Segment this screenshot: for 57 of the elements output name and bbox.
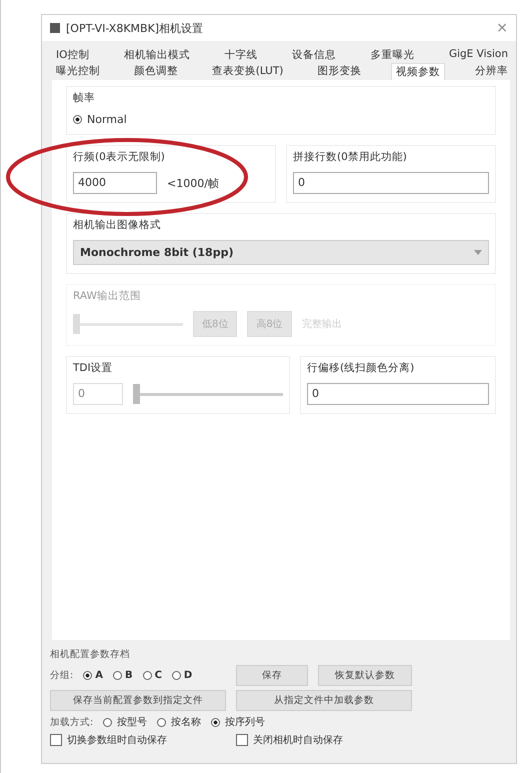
tab[interactable]: 设备信息 bbox=[288, 47, 340, 63]
radio-icon[interactable] bbox=[83, 671, 92, 680]
field-label: 加载方式: bbox=[50, 716, 94, 728]
close-button[interactable]: × bbox=[496, 20, 508, 36]
group-label: 行频(0表示无限制) bbox=[73, 150, 166, 164]
group-label: TDI设置 bbox=[73, 361, 114, 375]
radio-icon[interactable] bbox=[172, 671, 181, 680]
input-field[interactable]: 0 bbox=[73, 383, 123, 405]
slider-thumb[interactable] bbox=[133, 384, 140, 404]
tab[interactable]: 分辨率 bbox=[471, 63, 512, 80]
radio-option[interactable]: 按型号 bbox=[103, 715, 148, 729]
radio-option[interactable]: B bbox=[112, 670, 133, 681]
tab[interactable]: 图形变换 bbox=[313, 63, 366, 80]
restore-button[interactable]: 恢复默认参数 bbox=[318, 665, 412, 686]
checkbox-option[interactable]: 关闭相机时自动保存 bbox=[236, 733, 412, 747]
radio-icon[interactable] bbox=[112, 671, 122, 680]
chevron-icon bbox=[474, 250, 482, 255]
radio-icon[interactable] bbox=[142, 671, 152, 680]
checkbox[interactable] bbox=[236, 734, 248, 746]
radio-option[interactable]: 按名称 bbox=[157, 715, 202, 729]
tab[interactable]: 十字线 bbox=[220, 47, 262, 63]
input-field[interactable]: 4000 bbox=[73, 172, 157, 194]
group-label: 行偏移(线扫颜色分离) bbox=[307, 361, 416, 375]
tab[interactable]: 多重曝光 bbox=[366, 47, 418, 63]
tab[interactable]: 颜色调整 bbox=[130, 63, 182, 80]
app-icon bbox=[50, 23, 60, 33]
radio-option[interactable]: 按序列号 bbox=[211, 715, 266, 729]
load-from-file-button[interactable]: 从指定文件中加载参数 bbox=[236, 690, 412, 711]
radio-icon[interactable] bbox=[103, 718, 112, 726]
radio-icon[interactable] bbox=[211, 718, 220, 726]
group-label: 帧率 bbox=[73, 91, 96, 105]
hint-text: <1000/帧 bbox=[167, 176, 219, 190]
tab[interactable]: IO控制 bbox=[52, 47, 94, 63]
group-label: 相机输出图像格式 bbox=[73, 218, 162, 232]
input-field[interactable]: 0 bbox=[293, 172, 489, 194]
field-label: 分组: bbox=[50, 669, 74, 682]
group-label: RAW输出范围 bbox=[73, 289, 142, 303]
window-title: [OPT-VI-X8KMBK]相机设置 bbox=[66, 20, 204, 36]
tab[interactable]: 曝光控制 bbox=[52, 63, 104, 80]
radio-option[interactable]: C bbox=[142, 670, 162, 681]
tab[interactable]: 查表变换(LUT) bbox=[208, 63, 288, 80]
radio-option[interactable]: Normal bbox=[73, 113, 489, 126]
radio-icon[interactable] bbox=[157, 718, 166, 726]
input-field[interactable]: 0 bbox=[307, 383, 489, 405]
checkbox[interactable] bbox=[50, 734, 62, 746]
format-dropdown[interactable]: Monochrome 8bit (18pp) bbox=[73, 240, 489, 265]
radio-option[interactable]: D bbox=[172, 670, 192, 681]
radio-icon[interactable] bbox=[73, 115, 82, 124]
tab[interactable]: 相机输出模式 bbox=[120, 47, 194, 63]
tab[interactable]: 视频参数 bbox=[391, 63, 446, 80]
save-button[interactable]: 保存 bbox=[236, 665, 308, 686]
group-label: 相机配置参数存档 bbox=[50, 648, 131, 661]
group-label: 拼接行数(0禁用此功能) bbox=[293, 150, 408, 164]
radio-option[interactable]: A bbox=[83, 670, 103, 681]
tab[interactable]: GigE Vision bbox=[444, 47, 512, 63]
save-to-file-button[interactable]: 保存当前配置参数到指定文件 bbox=[50, 690, 226, 711]
checkbox-option[interactable]: 切换参数组时自动保存 bbox=[50, 733, 226, 747]
